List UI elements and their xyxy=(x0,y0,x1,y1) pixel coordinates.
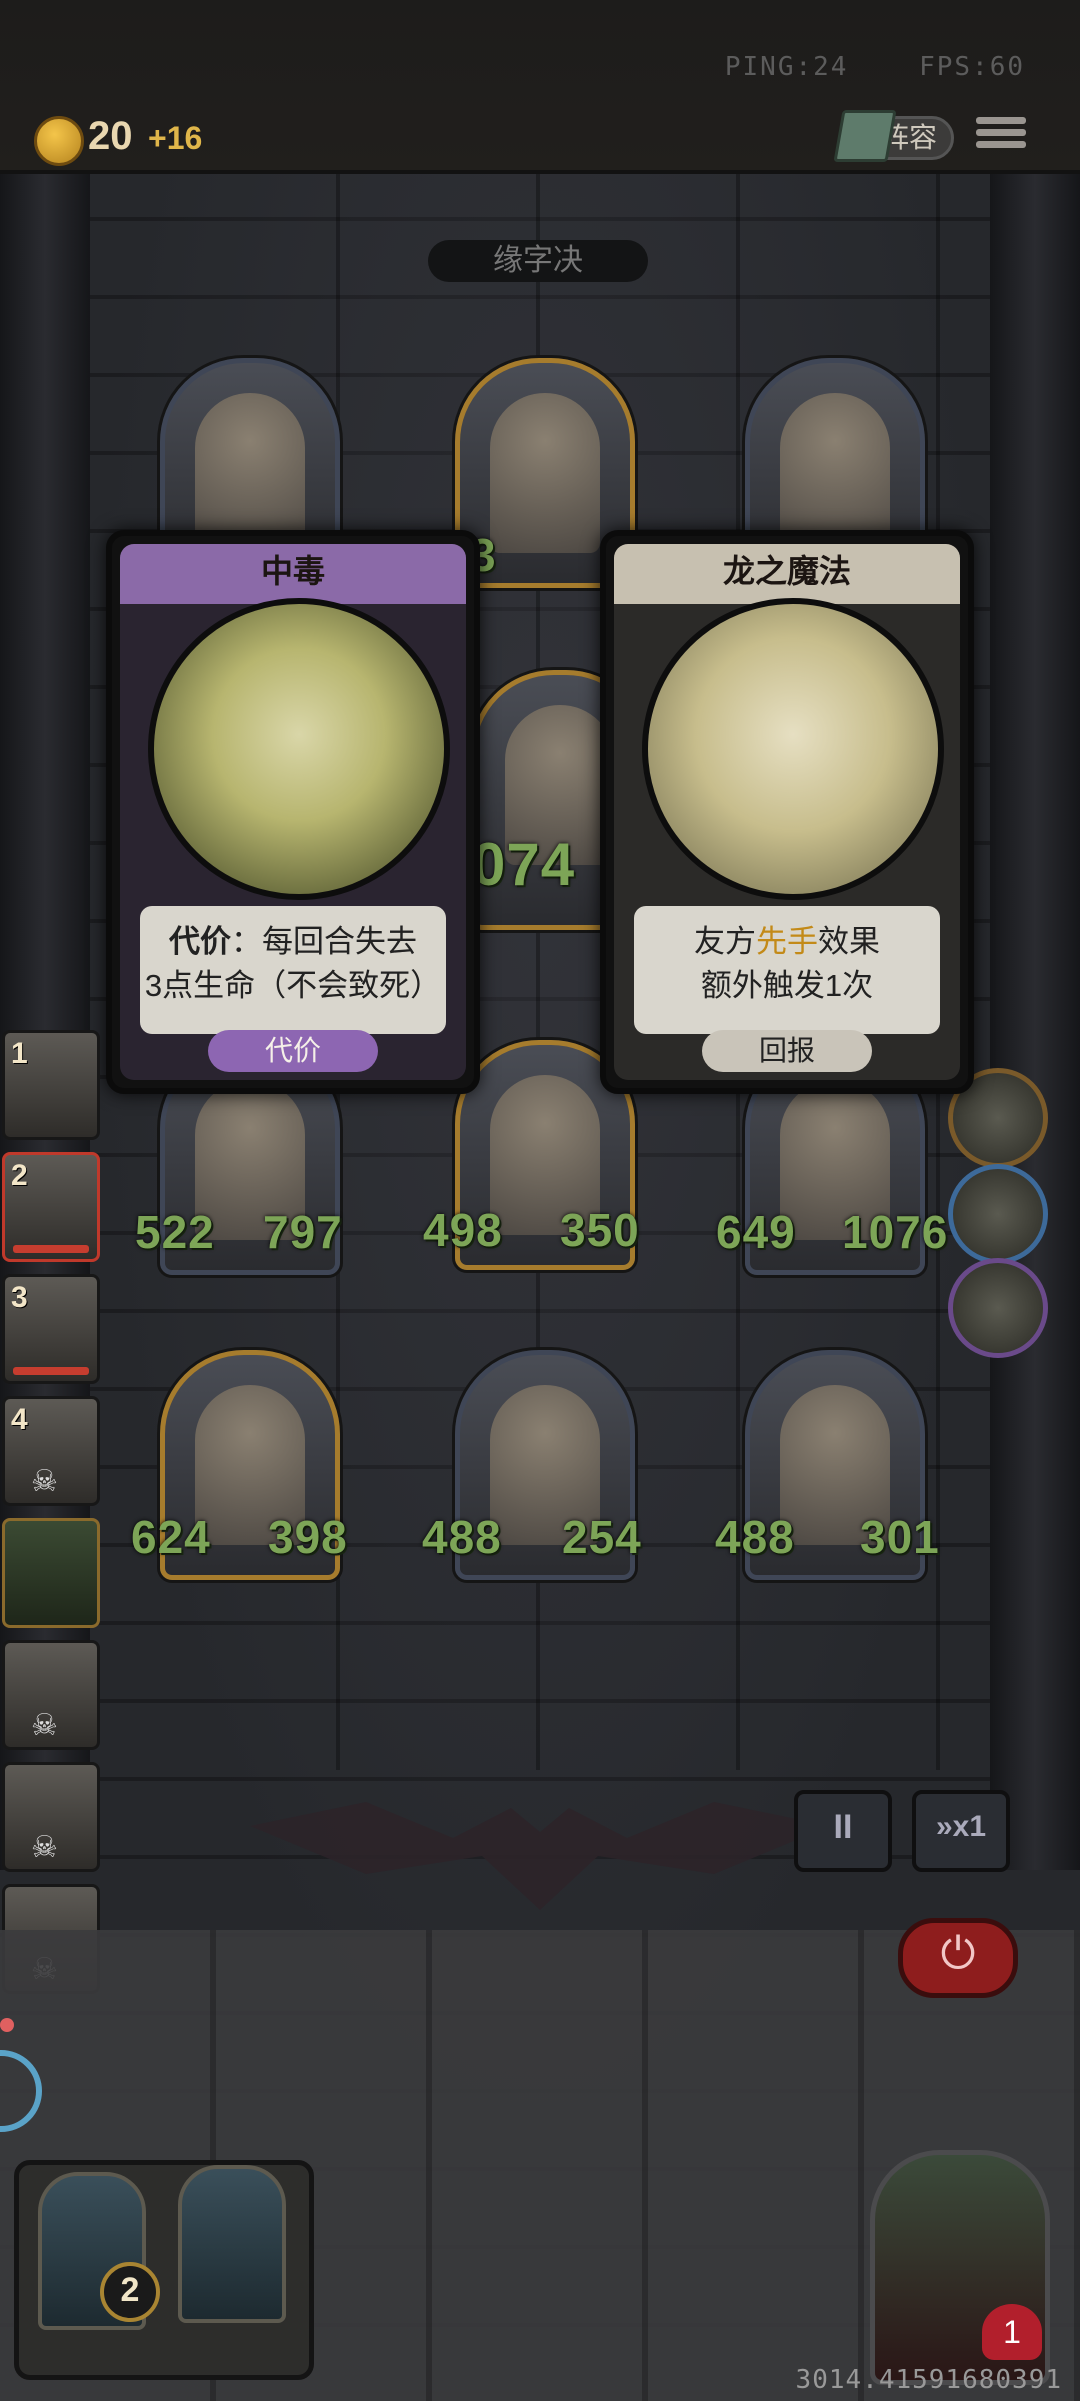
relic-icon[interactable] xyxy=(948,1258,1048,1358)
desc-highlight: 先手 xyxy=(756,924,818,959)
gold-income: +16 xyxy=(148,120,203,156)
slot-number: 2 xyxy=(11,1159,28,1192)
right-pillar xyxy=(990,170,1080,1870)
slot-number: 4 xyxy=(11,1403,28,1436)
slot-number: 1 xyxy=(11,1037,28,1070)
warrior-portrait xyxy=(780,393,890,553)
desc-keyword: 代价 xyxy=(169,924,231,959)
desc-text: 友方 xyxy=(694,924,756,959)
merchant-portrait xyxy=(490,393,600,553)
health-bar xyxy=(13,1245,89,1253)
card-tag: 代价 xyxy=(208,1030,378,1072)
player-slot[interactable]: 1 xyxy=(2,1030,100,1140)
relic-icon[interactable] xyxy=(948,1164,1048,1264)
unit-health: 797 xyxy=(263,1206,343,1258)
menu-icon xyxy=(976,117,1026,124)
coin-icon xyxy=(34,116,84,166)
skull-icon: ☠ xyxy=(31,1831,58,1864)
bench-card[interactable] xyxy=(178,2165,286,2323)
bench-count: 2 xyxy=(100,2262,160,2322)
desc-text: 效果 xyxy=(818,924,880,959)
unit-attack: 649 xyxy=(716,1206,796,1258)
synergy-banner: 缘字决 xyxy=(428,240,648,282)
goblin-art xyxy=(148,598,450,900)
pause-button[interactable]: II xyxy=(794,1790,892,1872)
player-slot[interactable]: ☠ xyxy=(2,1640,100,1750)
power-button[interactable]: ⏻ xyxy=(898,1918,1018,1998)
heart-icon: 1 xyxy=(982,2304,1042,2360)
menu-button[interactable] xyxy=(976,112,1026,156)
card-tag: 回报 xyxy=(702,1030,872,1072)
unit-health: 301 xyxy=(860,1511,940,1563)
dragon-claw-art xyxy=(642,598,944,900)
unit-health: 1076 xyxy=(842,1206,949,1258)
skull-icon: ☠ xyxy=(31,1465,58,1498)
poison-card[interactable]: 中毒 代价：每回合失去 3点生命（不会致死） 代价 xyxy=(106,530,480,1094)
gold-amount: 20 xyxy=(88,114,133,158)
desc-text: 额外触发1次 xyxy=(700,968,874,1003)
card-title: 中毒 xyxy=(260,553,325,589)
unit-health: 350 xyxy=(560,1204,640,1256)
player-list: 1 2 3 4☠ ☠ ☠ ☠ xyxy=(2,1030,102,2006)
unit-attack: 624 xyxy=(131,1511,211,1563)
card-title: 龙之魔法 xyxy=(722,553,851,589)
unit-attack: 522 xyxy=(135,1206,215,1258)
skull-icon: ☠ xyxy=(31,1709,58,1742)
card-description: 友方先手效果 额外触发1次 xyxy=(634,906,940,1034)
health-bar xyxy=(13,1367,89,1375)
knight-portrait xyxy=(195,393,305,553)
desc-text: 3点生命（不会致死） xyxy=(144,968,442,1003)
desc-text: ：每回合失去 xyxy=(231,924,417,959)
unit-health: 254 xyxy=(562,1511,642,1563)
ping-readout: PING:24 xyxy=(724,52,849,82)
player-slot[interactable] xyxy=(2,1518,100,1628)
dragon-magic-card[interactable]: 龙之魔法 友方先手效果 额外触发1次 回报 xyxy=(600,530,974,1094)
unit-attack: 488 xyxy=(422,1511,502,1563)
speed-button[interactable]: »x1 xyxy=(912,1790,1010,1872)
book-icon xyxy=(833,110,897,162)
unit-attack: 498 xyxy=(423,1204,503,1256)
slot-number: 3 xyxy=(11,1281,28,1314)
network-stats: PING:24 FPS:60 xyxy=(725,52,1025,82)
notification-dot xyxy=(0,2018,14,2032)
fps-readout: FPS:60 xyxy=(919,52,1025,82)
top-bar: PING:24 FPS:60 20 +16 阵容 xyxy=(0,0,1080,174)
sequence-number: 3014.41591680391 xyxy=(795,2365,1062,2395)
card-description: 代价：每回合失去 3点生命（不会致死） xyxy=(140,906,446,1034)
unit-health: 398 xyxy=(268,1511,348,1563)
player-slot[interactable]: 3 xyxy=(2,1274,100,1384)
partial-number: 074 xyxy=(472,831,576,898)
player-slot[interactable]: 4 ☠ xyxy=(2,1396,100,1506)
player-slot[interactable]: 2 xyxy=(2,1152,100,1262)
player-slot[interactable]: ☠ xyxy=(2,1762,100,1872)
unit-attack: 488 xyxy=(715,1511,795,1563)
